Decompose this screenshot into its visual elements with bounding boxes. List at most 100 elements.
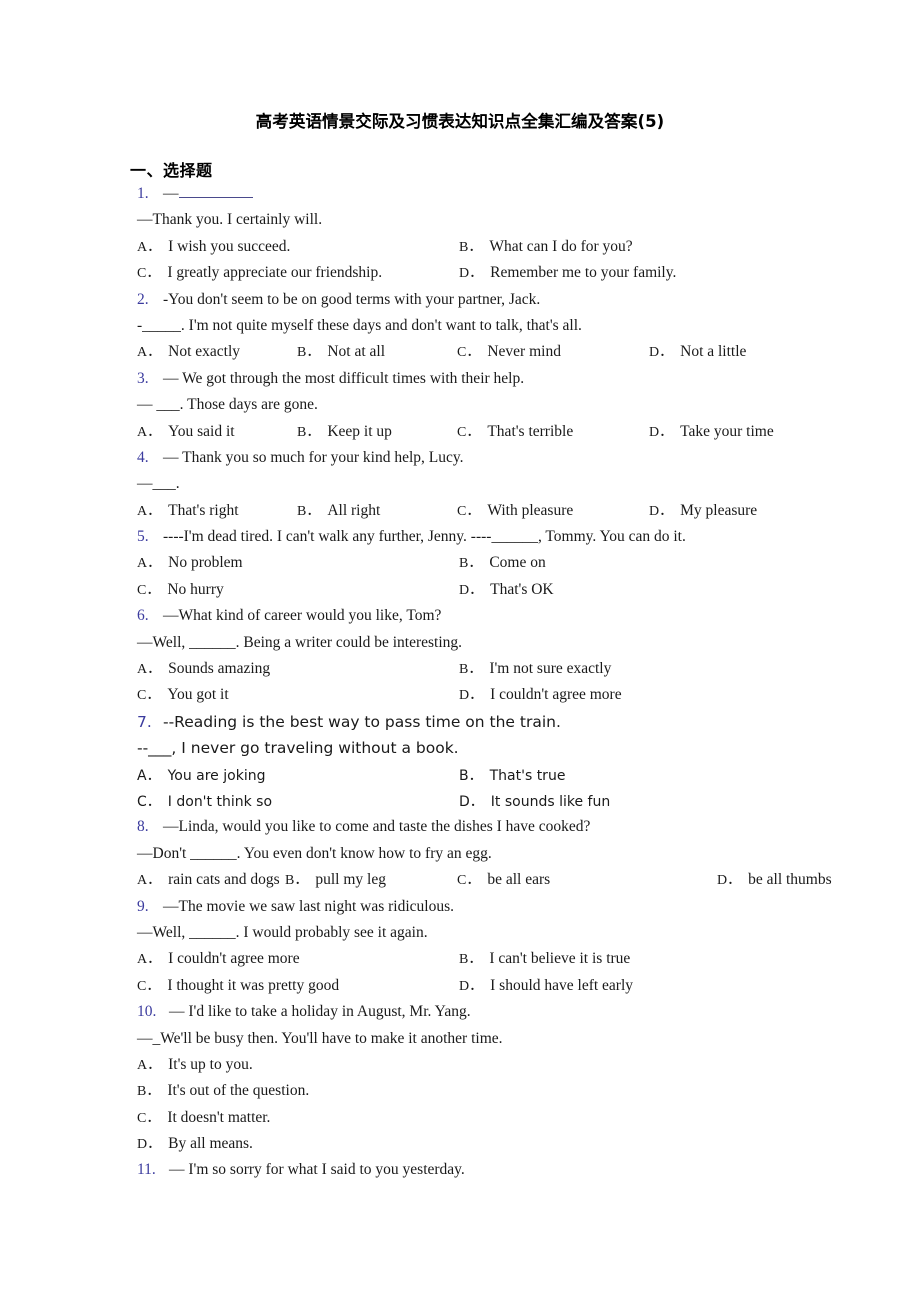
option-label: B． xyxy=(459,556,483,572)
option-text: I wish you succeed. xyxy=(168,237,291,255)
question-stem: 1. — xyxy=(137,181,877,207)
option-row: C． It doesn't matter. xyxy=(137,1105,877,1131)
option-text: I don't think so xyxy=(167,793,273,810)
option-b[interactable]: B． That's true xyxy=(459,762,565,789)
option-a[interactable]: A． Not exactly xyxy=(137,339,240,366)
option-label: C． xyxy=(137,793,161,810)
question-6: 6. —What kind of career would you like, T… xyxy=(137,603,877,709)
option-label: D． xyxy=(717,873,742,889)
question-stem-text: -_____. I'm not quite myself these days … xyxy=(137,316,582,334)
option-c[interactable]: C． I don't think so xyxy=(137,788,272,815)
option-label: B． xyxy=(137,1084,161,1100)
option-a[interactable]: A． I wish you succeed. xyxy=(137,234,290,261)
option-row: A． It's up to you. xyxy=(137,1052,877,1078)
option-d[interactable]: D． I should have left early xyxy=(459,973,633,1000)
option-row: C． I don't think so D． It sounds like fun xyxy=(137,788,877,814)
option-text: It's out of the question. xyxy=(167,1082,310,1100)
question-number: 5. xyxy=(137,528,149,546)
option-row: A． rain cats and dogs B． pull my leg C． be … xyxy=(137,867,877,893)
option-label: D． xyxy=(649,503,674,519)
option-c[interactable]: C． be all ears xyxy=(457,867,550,894)
question-stem-line-2: —Well, ______. I would probably see it a… xyxy=(137,920,877,946)
option-a[interactable]: A． You said it xyxy=(137,419,235,446)
question-11: 11. — I'm so sorry for what I said to you… xyxy=(137,1157,877,1183)
option-d[interactable]: D． be all thumbs xyxy=(717,867,832,894)
option-c[interactable]: C． I thought it was pretty good xyxy=(137,973,339,1000)
option-row: D． By all means. xyxy=(137,1131,877,1157)
question-stem-line-2: -_____. I'm not quite myself these days … xyxy=(137,313,877,339)
question-number: 3. xyxy=(137,369,149,387)
option-text: That's right xyxy=(168,501,239,519)
option-d[interactable]: D． It sounds like fun xyxy=(459,788,610,815)
option-a[interactable]: A． I couldn't agree more xyxy=(137,946,300,973)
option-d[interactable]: D． By all means. xyxy=(137,1131,253,1158)
question-stem-text: ----I'm dead tired. I can't walk any fur… xyxy=(163,528,686,546)
option-text: Remember me to your family. xyxy=(490,264,677,282)
question-list: 1. — —Thank you. I certainly will. A． I wi… xyxy=(137,181,877,1184)
option-c[interactable]: C． I greatly appreciate our friendship. xyxy=(137,260,382,287)
option-d[interactable]: D． I couldn't agree more xyxy=(459,682,622,709)
option-b[interactable]: B． I'm not sure exactly xyxy=(459,656,611,683)
option-label: D． xyxy=(459,688,484,704)
option-label: B． xyxy=(297,424,321,440)
option-label: B． xyxy=(459,239,483,255)
question-stem-text: — xyxy=(163,185,179,202)
option-a[interactable]: A． rain cats and dogs xyxy=(137,867,280,894)
option-b[interactable]: B． Keep it up xyxy=(297,419,392,446)
option-d[interactable]: D． That's OK xyxy=(459,577,554,604)
question-stem-text: --___, I never go traveling without a bo… xyxy=(137,739,459,758)
question-stem: 11. — I'm so sorry for what I said to you… xyxy=(137,1157,877,1183)
question-1: 1. — —Thank you. I certainly will. A． I wi… xyxy=(137,181,877,287)
option-b[interactable]: B． Come on xyxy=(459,550,546,577)
question-stem-text: --Reading is the best way to pass time o… xyxy=(163,712,561,731)
document-page: 高考英语情景交际及习惯表达知识点全集汇编及答案(5) 一、选择题 1. — —Th… xyxy=(0,0,920,1302)
option-label: B． xyxy=(297,345,321,361)
question-number: 1. xyxy=(137,185,149,202)
option-a[interactable]: A． No problem xyxy=(137,550,243,577)
option-label: C． xyxy=(137,582,161,598)
question-stem-text: — Thank you so much for your kind help, … xyxy=(163,448,464,466)
option-text: It sounds like fun xyxy=(490,793,611,810)
option-d[interactable]: D． Not a little xyxy=(649,339,746,366)
option-a[interactable]: A． You are joking xyxy=(137,762,265,789)
option-label: C． xyxy=(137,978,161,994)
question-number: 6. xyxy=(137,607,149,625)
option-d[interactable]: D． Remember me to your family. xyxy=(459,260,676,287)
option-row: A． You said it B． Keep it up C． That's terr… xyxy=(137,419,877,445)
option-b[interactable]: B． It's out of the question. xyxy=(137,1078,309,1105)
option-b[interactable]: B． pull my leg xyxy=(285,867,386,894)
option-label: A． xyxy=(137,556,162,572)
option-c[interactable]: C． That's terrible xyxy=(457,419,573,446)
option-text: Not a little xyxy=(680,343,747,361)
option-label: C． xyxy=(457,503,481,519)
option-b[interactable]: B． All right xyxy=(297,498,380,525)
option-label: A． xyxy=(137,345,162,361)
option-a[interactable]: A． It's up to you. xyxy=(137,1052,253,1079)
option-label: A． xyxy=(137,239,162,255)
question-stem: 5. ----I'm dead tired. I can't walk any f… xyxy=(137,524,877,550)
option-text: I should have left early xyxy=(490,976,634,994)
option-text: That's true xyxy=(489,767,566,784)
question-stem-line-2: —Well, ______. Being a writer could be i… xyxy=(137,630,877,656)
question-2: 2. -You don't seem to be on good terms wi… xyxy=(137,287,877,366)
option-c[interactable]: C． You got it xyxy=(137,682,229,709)
option-b[interactable]: B． I can't believe it is true xyxy=(459,946,630,973)
option-label: D． xyxy=(459,266,484,282)
option-a[interactable]: A． That's right xyxy=(137,498,239,525)
option-d[interactable]: D． My pleasure xyxy=(649,498,757,525)
option-text: I thought it was pretty good xyxy=(167,976,340,994)
option-c[interactable]: C． It doesn't matter. xyxy=(137,1105,270,1132)
question-stem-text: — I'm so sorry for what I said to you ye… xyxy=(169,1161,465,1179)
option-b[interactable]: B． What can I do for you? xyxy=(459,234,633,261)
option-c[interactable]: C． No hurry xyxy=(137,577,224,604)
question-number: 11. xyxy=(137,1161,156,1179)
option-c[interactable]: C． With pleasure xyxy=(457,498,573,525)
option-text: What can I do for you? xyxy=(489,237,633,255)
option-d[interactable]: D． Take your time xyxy=(649,419,774,446)
option-c[interactable]: C． Never mind xyxy=(457,339,561,366)
question-stem: 7. --Reading is the best way to pass time… xyxy=(137,709,877,735)
question-stem-text: —___. xyxy=(137,475,180,493)
option-label: C． xyxy=(457,424,481,440)
option-b[interactable]: B． Not at all xyxy=(297,339,385,366)
option-a[interactable]: A． Sounds amazing xyxy=(137,656,270,683)
